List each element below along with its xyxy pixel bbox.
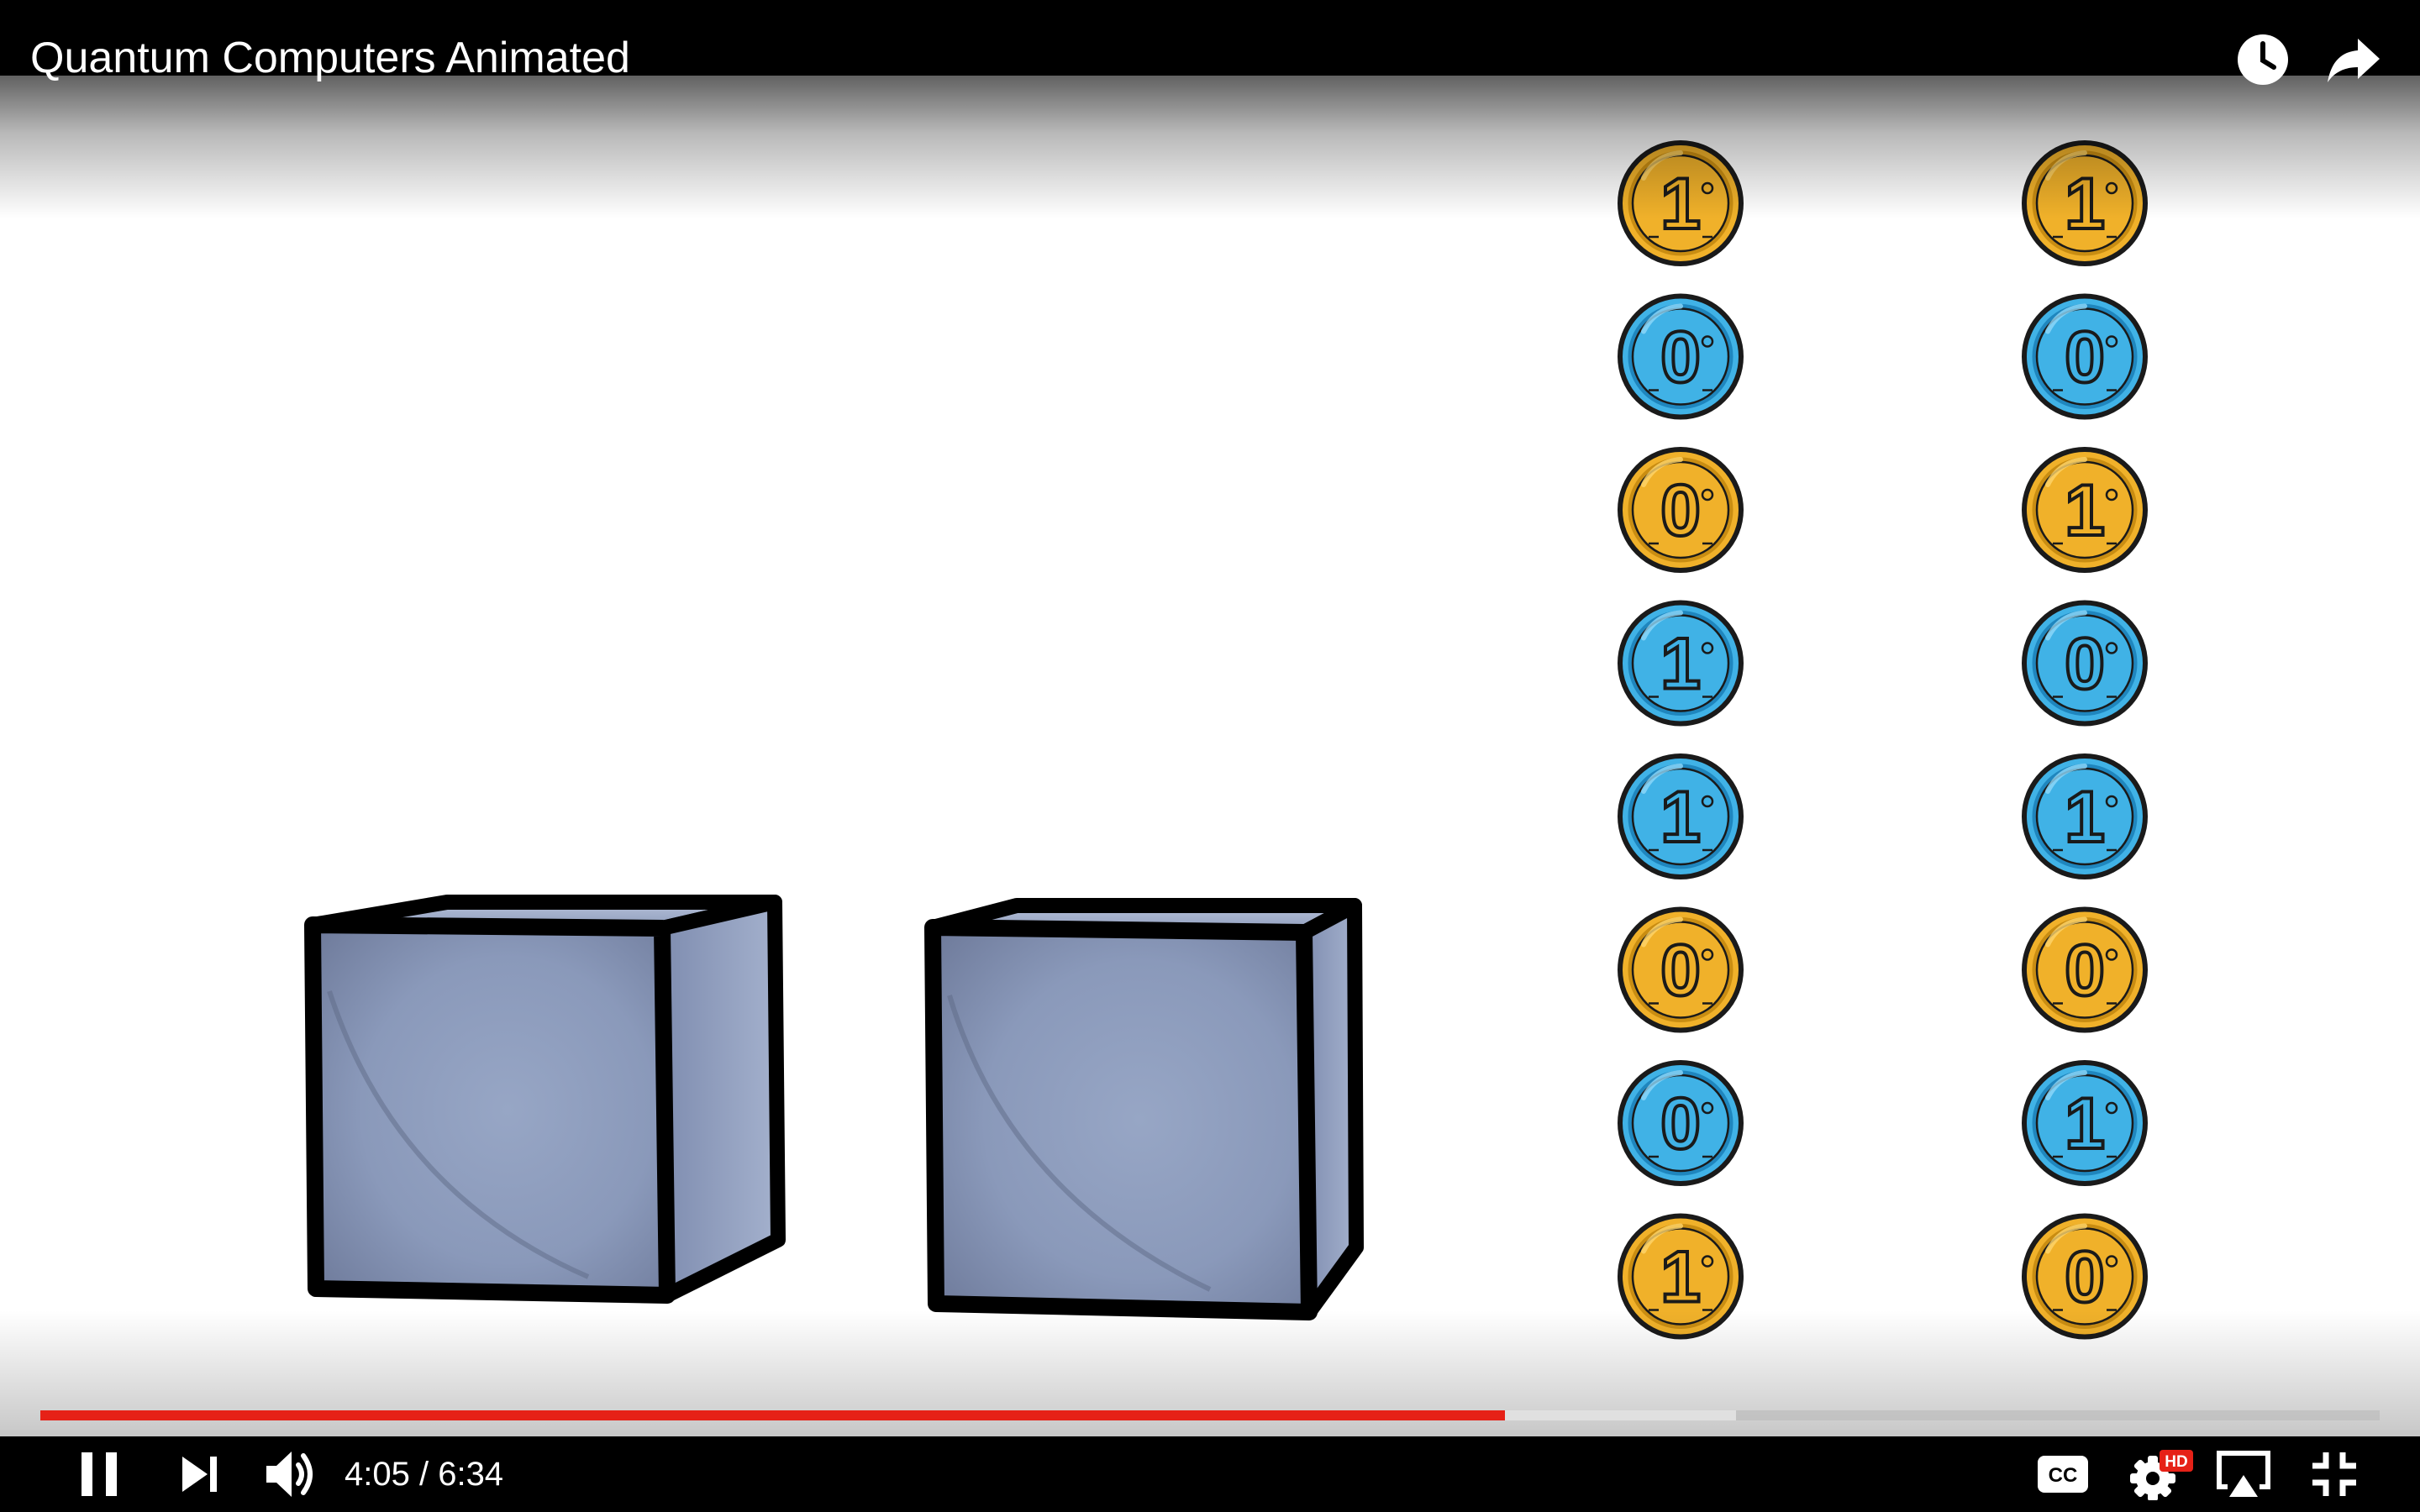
coin-digit: 1 <box>2065 470 2105 551</box>
current-time: 4:05 <box>345 1456 410 1493</box>
exit-fullscreen-icon <box>2312 1452 2356 1496</box>
coin: 1 <box>2022 447 2148 573</box>
coin-digit: 1 <box>2065 1084 2105 1164</box>
next-button[interactable] <box>173 1436 227 1512</box>
coin-digit: 1 <box>1660 777 1701 858</box>
coin-digit: 0 <box>1660 318 1701 398</box>
control-bar: 4:05 / 6:34 CC HD <box>0 1436 2420 1512</box>
coin: 0 <box>2022 906 2148 1033</box>
box-left <box>304 895 786 1304</box>
video-player[interactable]: 1001100110101010 Quantum Computers Anima… <box>0 0 2420 1512</box>
coin-digit: 0 <box>1660 1084 1701 1164</box>
title-shade <box>0 76 2420 218</box>
watch-later-icon[interactable] <box>2235 32 2291 87</box>
coin-digit: 0 <box>2065 318 2105 398</box>
coin-digit: 0 <box>2065 1237 2105 1318</box>
volume-button[interactable] <box>259 1436 323 1512</box>
video-frame[interactable]: 1001100110101010 <box>0 76 2420 1436</box>
time-display: 4:05 / 6:34 <box>345 1436 503 1512</box>
coin-digit: 1 <box>1660 624 1701 705</box>
next-icon <box>182 1457 217 1492</box>
settings-icon: HD <box>2130 1450 2193 1500</box>
coin-digit: 1 <box>2065 777 2105 858</box>
coin: 1 <box>1618 600 1744 727</box>
time-separator: / <box>409 1456 439 1493</box>
hd-badge-label: HD <box>2165 1453 2187 1471</box>
airplay-icon <box>2217 1451 2270 1497</box>
captions-button[interactable]: CC <box>2033 1436 2092 1512</box>
exit-fullscreen-button[interactable] <box>2302 1436 2366 1512</box>
coin: 1 <box>1618 753 1744 879</box>
airplay-button[interactable] <box>2212 1436 2275 1512</box>
volume-icon <box>266 1452 313 1497</box>
coin: 0 <box>1618 293 1744 420</box>
coin-digit: 0 <box>1660 931 1701 1011</box>
box-right <box>924 898 1364 1320</box>
captions-icon: CC <box>2038 1456 2088 1493</box>
coin: 0 <box>1618 1060 1744 1186</box>
coin-digit: 0 <box>2065 624 2105 705</box>
pause-icon <box>82 1452 117 1496</box>
coin-digit: 0 <box>2065 931 2105 1011</box>
coin: 1 <box>2022 753 2148 879</box>
progress-bar[interactable] <box>40 1410 2380 1420</box>
video-title[interactable]: Quantum Computers Animated <box>30 30 630 86</box>
coin: 0 <box>2022 600 2148 727</box>
svg-text:CC: CC <box>2049 1464 2078 1487</box>
progress-played <box>40 1410 1505 1420</box>
share-icon[interactable] <box>2326 32 2381 87</box>
coin-digit: 0 <box>1660 470 1701 551</box>
settings-button[interactable]: HD <box>2123 1436 2200 1512</box>
pause-button[interactable] <box>69 1436 129 1512</box>
coin-digit: 1 <box>1660 1237 1701 1318</box>
coin-columns: 1001100110101010 <box>1618 140 2148 1340</box>
coin: 0 <box>1618 906 1744 1033</box>
coin: 1 <box>2022 1060 2148 1186</box>
coin: 0 <box>2022 293 2148 420</box>
duration: 6:34 <box>438 1456 504 1493</box>
coin: 0 <box>1618 447 1744 573</box>
